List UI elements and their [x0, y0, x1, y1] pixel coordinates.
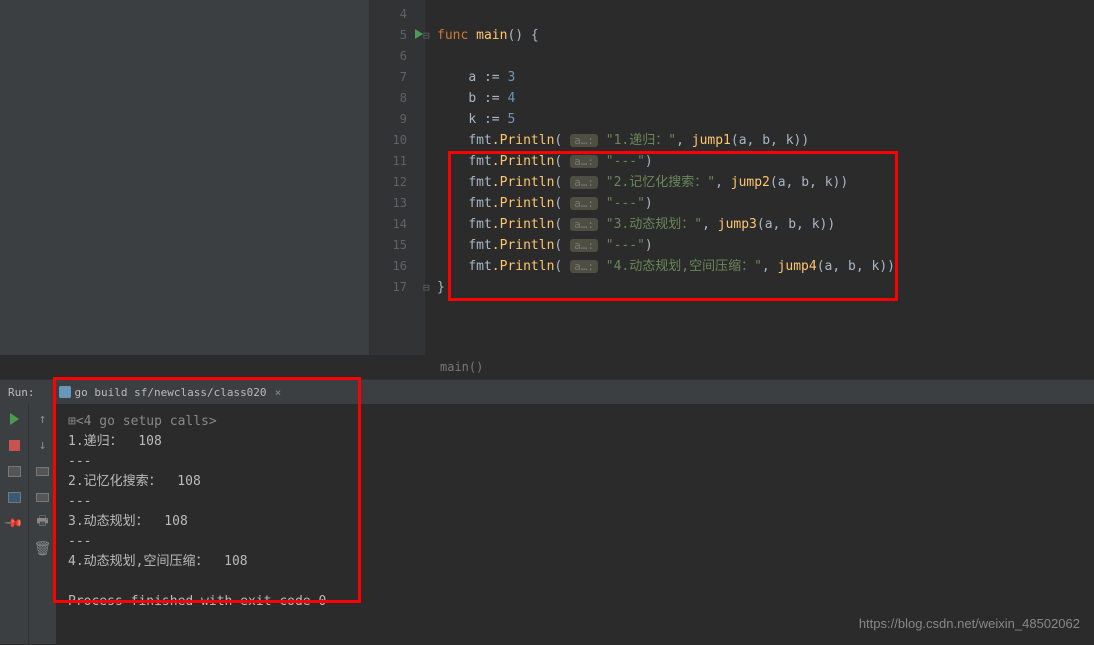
line-number[interactable]: 5: [370, 25, 425, 46]
run-gutter-icon[interactable]: [415, 29, 423, 39]
gutter: 4 5 6 7 8 9 10 11 12 13 14 15 16 17: [370, 0, 425, 355]
clear-button[interactable]: 🗑: [34, 540, 52, 558]
run-tab-label: go build sf/newclass/class020: [75, 386, 267, 399]
run-header: Run: go build sf/newclass/class020 ×: [0, 380, 1094, 404]
fold-close-icon[interactable]: ⊟: [423, 277, 430, 298]
run-tab[interactable]: go build sf/newclass/class020 ×: [51, 386, 290, 399]
run-toolbar: 📌: [0, 404, 28, 644]
console-line: 3.动态规划： 108: [68, 512, 1082, 532]
stop-button[interactable]: [5, 436, 23, 454]
console-line: [68, 572, 1082, 592]
line-number: 11: [370, 151, 425, 172]
line-number: 14: [370, 214, 425, 235]
run-title: Run:: [8, 386, 35, 399]
up-button[interactable]: ↑: [34, 410, 52, 428]
print-button[interactable]: 🖶: [34, 514, 52, 532]
line-number: 13: [370, 193, 425, 214]
layout-button[interactable]: [5, 462, 23, 480]
line-number: 7: [370, 67, 425, 88]
run-panel: Run: go build sf/newclass/class020 × 📌 ↑…: [0, 379, 1094, 644]
console-line: ⊞<4 go setup calls>: [68, 412, 1082, 432]
line-number: 12: [370, 172, 425, 193]
code-line: b := 4: [425, 88, 1094, 109]
code-line: fmt.Println( a…: "---"): [425, 193, 1094, 214]
rerun-button[interactable]: [5, 410, 23, 428]
line-number: 10: [370, 130, 425, 151]
scroll-button[interactable]: [34, 488, 52, 506]
code-line: a := 3: [425, 67, 1094, 88]
code-editor[interactable]: ⊟func main() { a := 3 b := 4 k := 5 fmt.…: [425, 0, 1094, 355]
line-number: 9: [370, 109, 425, 130]
pin-button[interactable]: 📌: [1, 510, 26, 535]
code-line: fmt.Println( a…: "3.动态规划：", jump3(a, b, …: [425, 214, 1094, 235]
code-line: [425, 46, 1094, 67]
console-line: ---: [68, 532, 1082, 552]
code-line: fmt.Println( a…: "1.递归：", jump1(a, b, k)…: [425, 130, 1094, 151]
line-number: 8: [370, 88, 425, 109]
code-line: k := 5: [425, 109, 1094, 130]
line-number: 15: [370, 235, 425, 256]
fold-icon[interactable]: ⊟: [423, 25, 430, 46]
project-panel: [0, 0, 370, 355]
code-line: ⊟}: [425, 277, 1094, 298]
line-number: [370, 298, 425, 319]
code-line: fmt.Println( a…: "2.记忆化搜索：", jump2(a, b,…: [425, 172, 1094, 193]
breadcrumb[interactable]: main(): [0, 355, 1094, 379]
console-line: Process finished with exit code 0: [68, 592, 1082, 612]
line-number: 4: [370, 4, 425, 25]
code-line: fmt.Println( a…: "4.动态规划,空间压缩：", jump4(a…: [425, 256, 1094, 277]
console-line: 4.动态规划,空间压缩： 108: [68, 552, 1082, 572]
code-line: fmt.Println( a…: "---"): [425, 235, 1094, 256]
settings-button[interactable]: [5, 488, 23, 506]
code-line: [425, 4, 1094, 25]
console-output[interactable]: ⊞<4 go setup calls> 1.递归： 108 --- 2.记忆化搜…: [56, 404, 1094, 644]
watermark: https://blog.csdn.net/weixin_48502062: [859, 616, 1080, 631]
console-line: ---: [68, 492, 1082, 512]
editor-area: 4 5 6 7 8 9 10 11 12 13 14 15 16 17 ⊟fun…: [0, 0, 1094, 355]
code-line: fmt.Println( a…: "---"): [425, 151, 1094, 172]
line-number: 16: [370, 256, 425, 277]
close-icon[interactable]: ×: [275, 386, 282, 399]
code-line: ⊟func main() {: [425, 25, 1094, 46]
wrap-button[interactable]: [34, 462, 52, 480]
down-button[interactable]: ↓: [34, 436, 52, 454]
run-body: 📌 ↑ ↓ 🖶 🗑 ⊞<4 go setup calls> 1.递归： 108 …: [0, 404, 1094, 644]
console-line: ---: [68, 452, 1082, 472]
line-number: 17: [370, 277, 425, 298]
line-number: 6: [370, 46, 425, 67]
console-line: 2.记忆化搜索： 108: [68, 472, 1082, 492]
run-subtoolbar: ↑ ↓ 🖶 🗑: [28, 404, 56, 644]
code-line: [425, 298, 1094, 319]
console-line: 1.递归： 108: [68, 432, 1082, 452]
go-icon: [59, 386, 71, 398]
